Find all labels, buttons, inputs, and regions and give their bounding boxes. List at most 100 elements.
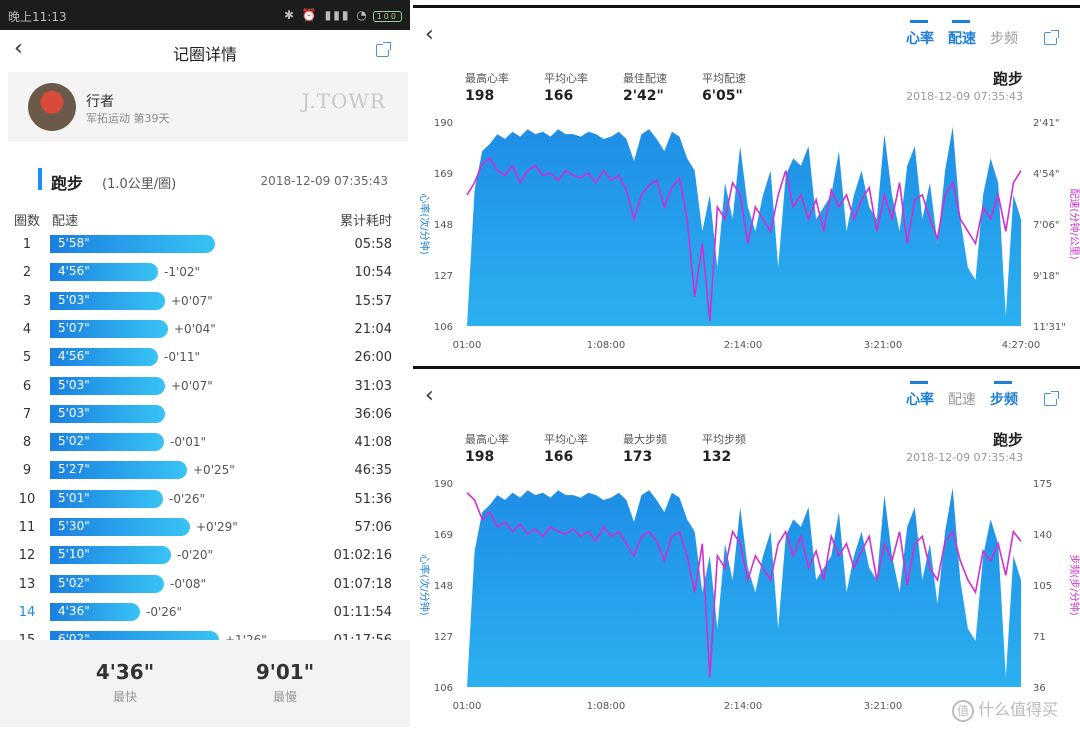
stat-value: 6'05" [702,88,743,104]
chart-panel-pace: ‹ 心率 配速 步频 最高心率 198 平均心率 166 最佳配速 2'42" 平均配… [413,5,1080,363]
status-bar: 晚上11:13 ✱ ⏰ ▮▮▮ ◔ 100 [0,0,410,30]
brand-logo: J.TOWR [301,89,386,113]
sport-type: 跑步 [992,70,1023,88]
tab-heart-rate[interactable]: 心率 [906,381,934,409]
lap-list[interactable]: 1 5'58" 05:58 2 4'56" -1'02" 10:54 3 5'03" +0'07"… [0,232,410,640]
stat-max-hr: 最高心率 198 [465,70,509,104]
lap-row: 13 5'02" -0'08" 01:07:18 [0,572,410,600]
lap-cumulative: 41:08 [354,435,392,451]
table-header: 圈数 配速 累计耗时 [0,210,410,230]
stat-label: 平均心率 [544,433,588,446]
stat-value: 173 [623,449,653,465]
lap-number: 7 [22,406,32,422]
x-tick-label: 1:08:00 [587,701,626,712]
tab-cadence[interactable]: 步频 [990,381,1018,409]
y-axis-title-left: 心率(次/分钟) [418,554,431,615]
status-time: 晚上11:13 [8,10,67,24]
y-tick-label-left: 169 [434,530,453,541]
lap-number: 15 [14,633,40,640]
lap-number: 6 [22,378,32,394]
lap-cumulative: 01:02:16 [333,548,392,564]
tab-pace[interactable]: 配速 [948,389,976,409]
watermark-text: 什么值得买 [977,700,1058,719]
lap-cumulative: 36:06 [354,406,392,422]
slowest-value: 9'01" [255,660,315,684]
lap-unit: (1.0公里/圈) [102,177,177,192]
status-icons: ✱ ⏰ ▮▮▮ ◔ 100 [284,8,402,22]
stat-max-cadence: 最大步频 173 [623,431,667,465]
x-tick-label: 3:21:00 [864,701,903,712]
y-tick-label-right: 4'54" [1033,169,1059,180]
lap-diff: -0'08" [170,576,207,591]
stat-value: 166 [544,449,574,465]
lap-row: 9 5'27" +0'25" 46:35 [0,458,410,486]
watermark: 值什么值得买 [951,696,1058,722]
lap-pace: 5'07" [58,320,90,335]
lap-row: 15 6'02" +1'26" 01:17:56 [0,628,410,640]
lap-row: 11 5'30" +0'29" 57:06 [0,515,410,543]
stat-label: 平均步频 [702,433,746,446]
lap-number: 10 [18,491,36,507]
fastest-stat: 4'36" 最快 [70,660,180,705]
activity-date: 2018-12-09 07:35:43 [260,174,388,188]
stat-label: 最高心率 [465,433,509,446]
back-icon[interactable]: ‹ [425,22,434,47]
x-tick-label: 2:14:00 [724,701,763,712]
tab-pace[interactable]: 配速 [948,20,976,48]
lap-diff: +0'07" [171,293,213,308]
y-axis-title-right: 步频(步/分钟) [1068,554,1080,615]
lap-row: 12 5'10" -0'20" 01:02:16 [0,543,410,571]
lap-number: 4 [22,321,32,337]
tab-cadence[interactable]: 步频 [990,28,1018,48]
avatar[interactable] [28,83,76,131]
y-tick-label-left: 127 [434,632,453,643]
lap-diff: -0'11" [164,350,201,365]
back-icon[interactable]: ‹ [425,383,434,408]
page-title: 记圈详情 [172,45,237,64]
user-subtitle: 军拓运动 第39天 [86,112,170,125]
y-tick-label-left: 148 [434,220,453,231]
tab-heart-rate[interactable]: 心率 [906,20,934,48]
y-tick-label-right: 71 [1033,632,1046,643]
lap-pace: 5'03" [58,377,90,392]
y-tick-label-right: 105 [1033,581,1052,592]
stat-label: 最佳配速 [623,72,667,85]
slowest-stat: 9'01" 最慢 [230,660,340,705]
lap-pace: 4'56" [58,264,90,279]
section-accent-bar [38,168,42,190]
activity-date: 2018-12-09 07:35:43 [906,90,1023,103]
lap-cumulative: 26:00 [354,350,392,366]
lap-row: 8 5'02" -0'01" 41:08 [0,430,410,458]
lap-pace: 5'10" [58,547,90,562]
lap-number: 13 [18,576,36,592]
share-icon[interactable] [376,42,391,57]
lap-number: 11 [18,520,36,535]
y-tick-label-right: 175 [1033,479,1052,490]
lap-pace: 5'58" [58,236,90,250]
share-icon[interactable] [1044,30,1059,45]
stat-avg-hr: 平均心率 166 [544,70,588,104]
lap-pace: 5'03" [58,292,90,307]
lap-diff: +0'04" [174,321,216,336]
y-axis-title-left: 心率(次/分钟) [418,193,431,254]
lap-pace: 4'56" [58,349,90,364]
lap-number: 1 [22,237,32,252]
heart-rate-area [467,487,1021,687]
lap-pace: 5'03" [58,405,90,420]
lap-diff: -0'26" [169,491,206,506]
lap-cumulative: 21:04 [354,321,392,337]
lap-row: 6 5'03" +0'07" 31:03 [0,374,410,402]
y-tick-label-left: 190 [434,118,453,129]
share-icon[interactable] [1044,391,1059,406]
lap-cumulative: 51:36 [354,491,392,507]
lap-cumulative: 57:06 [354,520,392,535]
lap-diff: +0'25" [193,463,235,478]
lap-cumulative: 15:57 [354,293,392,309]
lap-cumulative: 01:17:56 [334,633,392,640]
lap-number: 5 [22,350,32,366]
hr-cadence-chart[interactable]: 190 169 148 127 106 175 140 105 71 36 01:00 1:08:00… [413,469,1080,719]
lap-diff: -0'26" [146,604,183,619]
y-tick-label-right: 36 [1033,683,1046,694]
hr-pace-chart[interactable]: 190 169 148 127 106 2'41" 4'54" 7'06" 9'18" 11'31… [413,108,1080,358]
heart-rate-area [467,126,1021,327]
